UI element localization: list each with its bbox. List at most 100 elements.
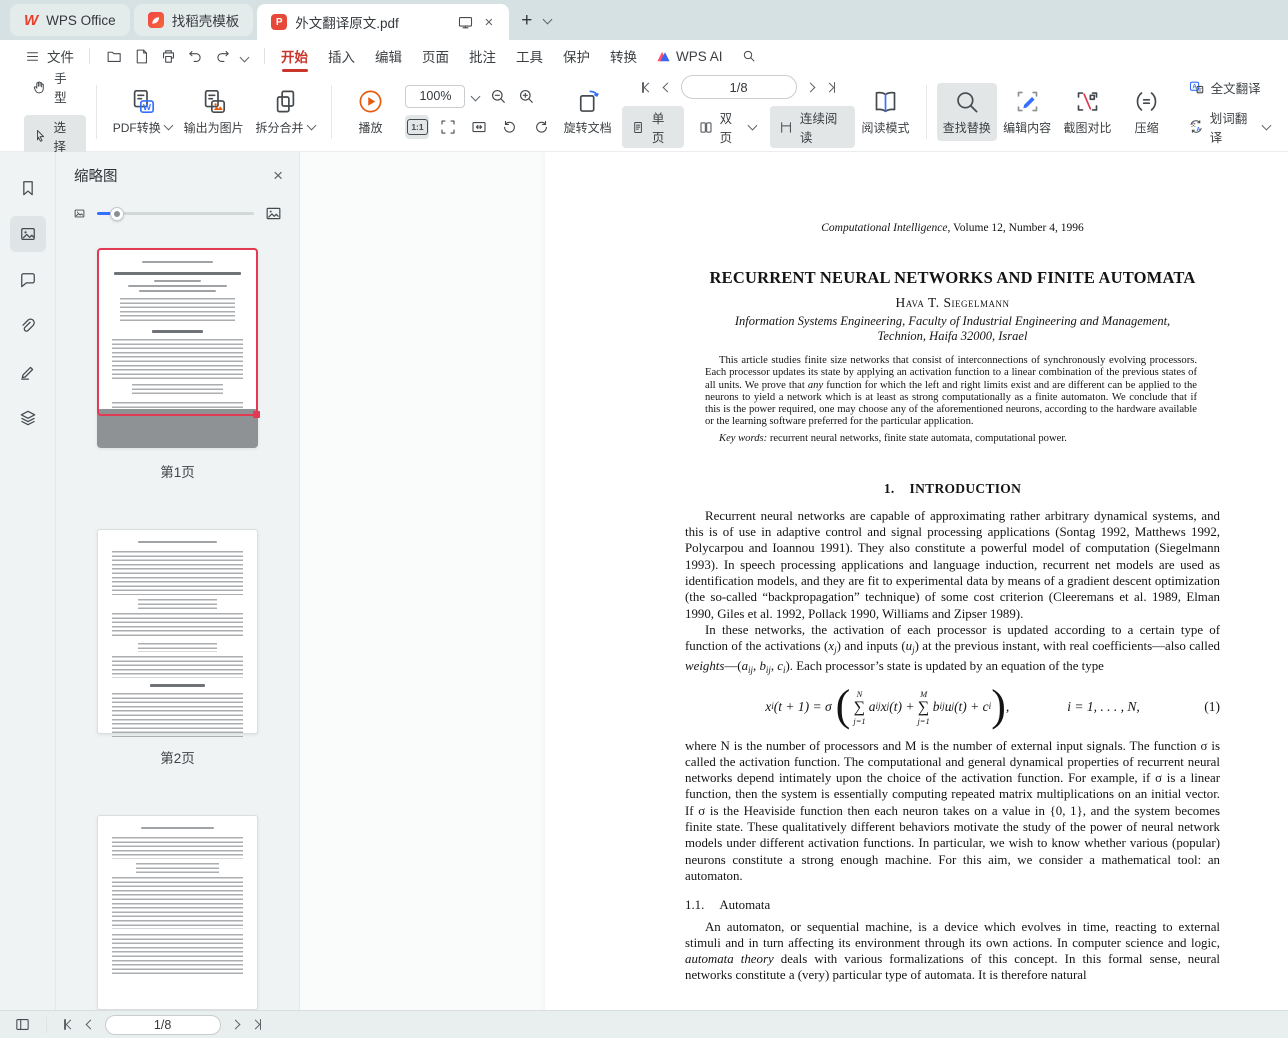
zoom-level-input[interactable]: 100% xyxy=(405,84,466,108)
word-translate-button[interactable]: 文A 划词翻译 xyxy=(1180,106,1278,148)
edit-content-icon xyxy=(1017,91,1037,111)
redo-icon[interactable] xyxy=(214,48,231,65)
prev-page-button[interactable] xyxy=(662,82,673,93)
paper-title: RECURRENT NEURAL NETWORKS AND FINITE AUT… xyxy=(709,268,1196,287)
menu-tab-protect[interactable]: 保护 xyxy=(553,40,600,72)
tab-document-pdf[interactable]: P 外文翻译原文.pdf × xyxy=(257,4,510,40)
word-translate-label: 划词翻译 xyxy=(1209,111,1248,145)
next-page-button[interactable] xyxy=(805,82,816,93)
full-translate-label: 全文翻译 xyxy=(1210,81,1261,96)
tab-label: 找稻壳模板 xyxy=(171,14,240,29)
thumbnail-icon xyxy=(20,227,35,241)
undo-icon[interactable] xyxy=(187,48,204,65)
thumbnail-page-2[interactable] xyxy=(97,529,258,738)
close-icon[interactable]: × xyxy=(482,14,495,31)
rail-bookmarks[interactable] xyxy=(10,170,46,206)
hand-tool-button[interactable]: 手型 xyxy=(24,66,86,108)
monitor-icon[interactable] xyxy=(457,14,474,31)
rail-sign[interactable] xyxy=(10,354,46,390)
full-translate-button[interactable]: A文 全文翻译 xyxy=(1180,76,1278,99)
screenshot-compare-icon xyxy=(1077,91,1098,111)
rail-attachments[interactable] xyxy=(10,308,46,344)
menu-tab-convert[interactable]: 转换 xyxy=(600,40,647,72)
select-tool-button[interactable]: 选择 xyxy=(24,115,86,157)
single-page-button[interactable]: 单页 xyxy=(621,106,684,148)
thumbnail-page-2-label: 第2页 xyxy=(160,750,195,766)
menu-tab-tools[interactable]: 工具 xyxy=(506,40,553,72)
compress-button[interactable]: 压缩 xyxy=(1118,83,1176,141)
document-view[interactable]: Computational Intelligence, Volume 12, N… xyxy=(300,152,1288,1010)
slider-handle[interactable] xyxy=(110,206,125,221)
first-page-button[interactable] xyxy=(62,1017,76,1032)
screenshot-compare-button[interactable]: 截图对比 xyxy=(1057,83,1117,141)
tab-wps-office[interactable]: W WPS Office xyxy=(10,4,130,36)
actual-size-icon: 1:1 xyxy=(406,119,428,135)
menu-tab-insert[interactable]: 插入 xyxy=(318,40,365,72)
panel-close-icon[interactable]: × xyxy=(273,166,283,186)
find-replace-icon xyxy=(957,91,978,112)
save-icon[interactable] xyxy=(133,48,150,65)
play-button[interactable]: 播放 xyxy=(341,83,399,141)
tab-label: WPS Office xyxy=(46,12,116,28)
actual-size-button[interactable]: 1:1 xyxy=(405,115,430,139)
rail-layers[interactable] xyxy=(10,400,46,436)
bookmark-icon xyxy=(22,181,33,196)
menu-tab-wps-ai[interactable]: WPS AI xyxy=(647,40,732,72)
zoom-dropdown[interactable] xyxy=(469,87,482,105)
menu-tab-home[interactable]: 开始 xyxy=(271,40,318,72)
export-image-button[interactable]: 输出为图片 xyxy=(178,83,250,141)
double-page-button[interactable]: 双页 xyxy=(690,106,764,148)
rail-thumbnails[interactable] xyxy=(9,216,46,252)
paragraph-3: where N is the number of processors and … xyxy=(685,738,1220,883)
prev-page-button[interactable] xyxy=(85,1019,96,1030)
search-icon xyxy=(743,50,755,62)
thumbnail-page-3[interactable] xyxy=(97,814,258,1010)
print-icon[interactable] xyxy=(160,48,177,65)
folder-open-icon[interactable] xyxy=(106,48,123,65)
edit-content-button[interactable]: 编辑内容 xyxy=(997,83,1057,141)
menu-bar: 文件 开始 插入 编辑 页面 批注 工具 保护 转换 WPS AI xyxy=(0,40,1288,72)
thumbnail-list: 第1页 第2页 xyxy=(56,248,299,1010)
paragraph-1: Recurrent neural networks are capable of… xyxy=(685,508,1220,621)
sign-icon xyxy=(20,366,33,380)
rotate-right-button[interactable] xyxy=(529,115,553,139)
zoom-out-button[interactable] xyxy=(486,84,510,108)
continuous-read-button[interactable]: 连续阅读 xyxy=(769,106,856,148)
paper-affiliation: Information Systems Engineering, Faculty… xyxy=(734,314,1171,328)
next-page-button[interactable] xyxy=(230,1019,241,1030)
menu-search-button[interactable] xyxy=(732,40,766,72)
rotate-doc-button[interactable]: 旋转文档 xyxy=(557,83,617,141)
fit-page-button[interactable] xyxy=(436,115,460,139)
rotate-doc-icon xyxy=(580,90,599,112)
page-indicator-input[interactable]: 1/8 xyxy=(104,1014,221,1035)
zoom-in-button[interactable] xyxy=(514,84,538,108)
thumbnail-size-slider[interactable] xyxy=(97,206,254,221)
first-page-button[interactable] xyxy=(640,80,654,95)
chevron-down-icon[interactable] xyxy=(239,49,250,64)
image-large-icon xyxy=(266,207,281,220)
zoom-in-icon xyxy=(519,89,533,103)
chevron-down-icon[interactable] xyxy=(542,10,553,28)
viewport-resize-handle[interactable] xyxy=(253,411,260,418)
pdf-convert-icon: W xyxy=(133,89,154,113)
plus-icon[interactable]: + xyxy=(521,10,532,32)
read-mode-button[interactable]: 阅读模式 xyxy=(855,83,915,141)
rail-comments[interactable] xyxy=(10,262,46,298)
menu-tab-comment[interactable]: 批注 xyxy=(459,40,506,72)
last-page-button[interactable] xyxy=(824,80,838,95)
wps-logo: W xyxy=(24,11,39,29)
last-page-button[interactable] xyxy=(250,1017,264,1032)
single-page-icon xyxy=(634,121,642,133)
panel-toggle-icon[interactable] xyxy=(14,1016,31,1033)
viewport-indicator[interactable] xyxy=(97,248,260,418)
page-indicator-input[interactable]: 1/8 xyxy=(680,75,797,99)
split-merge-button[interactable]: 拆分合并 xyxy=(250,83,321,141)
menu-tab-edit[interactable]: 编辑 xyxy=(365,40,412,72)
fit-width-button[interactable] xyxy=(467,115,491,139)
rotate-left-button[interactable] xyxy=(498,115,522,139)
pdf-convert-button[interactable]: W PDF转换 xyxy=(107,83,178,141)
thumbnail-page-1[interactable] xyxy=(97,248,260,449)
tab-docer-templates[interactable]: 找稻壳模板 xyxy=(133,4,254,36)
menu-tab-page[interactable]: 页面 xyxy=(412,40,459,72)
find-replace-button[interactable]: 查找替换 xyxy=(936,82,997,141)
